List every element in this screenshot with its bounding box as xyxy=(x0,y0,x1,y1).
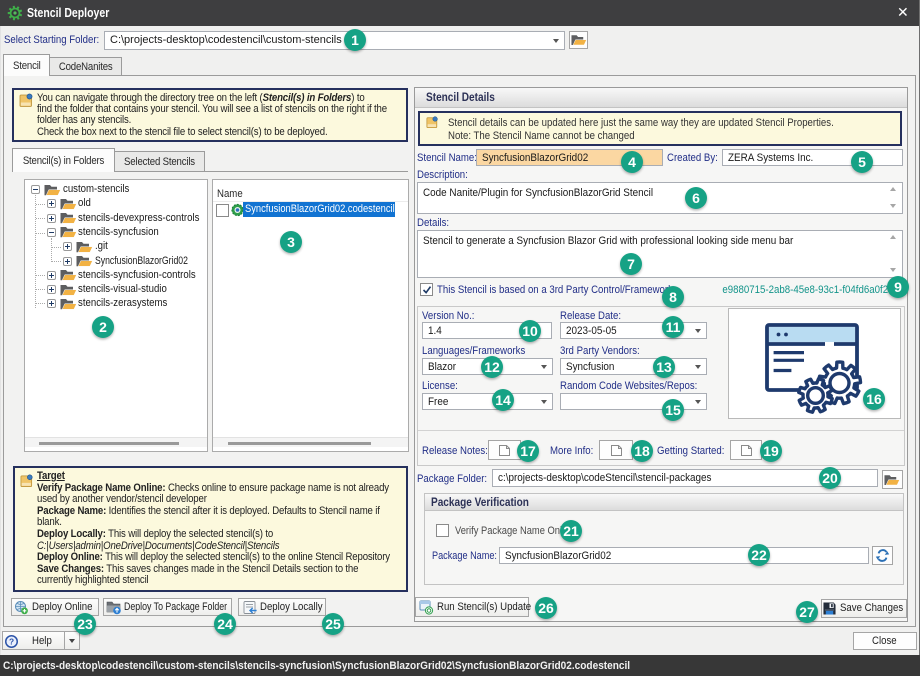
svg-text:?: ? xyxy=(9,636,14,646)
